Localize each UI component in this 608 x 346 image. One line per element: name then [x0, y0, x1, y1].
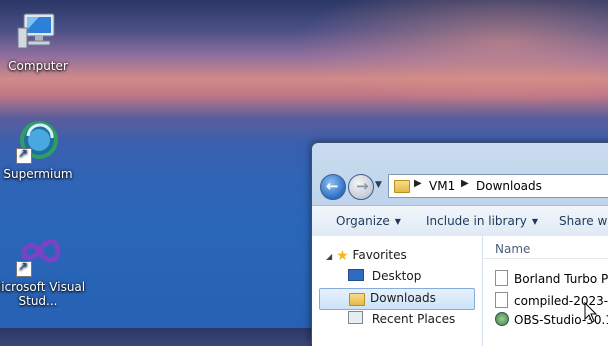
- desktop-icon-supermium[interactable]: Supermium: [0, 116, 80, 181]
- explorer-window[interactable]: ← → ▼ ▶ VM1 ▶ Downloads Organize ▼ Includ…: [311, 142, 608, 346]
- recent-places-icon: [348, 311, 363, 324]
- recent-pages-dropdown-icon[interactable]: ▼: [375, 180, 382, 190]
- file-name: Borland Turbo Pa: [514, 272, 608, 286]
- computer-icon: [14, 8, 62, 56]
- favorites-group[interactable]: ◢ ★ Favorites: [326, 248, 407, 264]
- nav-item-desktop[interactable]: Desktop: [348, 269, 421, 283]
- nav-item-label: Recent Places: [371, 312, 456, 326]
- nav-item-label: Downloads: [370, 291, 436, 305]
- back-button[interactable]: ←: [320, 174, 346, 200]
- back-arrow-icon: ←: [326, 177, 339, 195]
- column-divider: [483, 258, 608, 259]
- installer-icon: [495, 312, 509, 326]
- desktop-folder-icon: [348, 269, 364, 281]
- visual-studio-icon: [14, 229, 62, 277]
- desktop-icon-label: Microsoft Visual Stud...: [0, 280, 86, 308]
- file-list: Name Borland Turbo Pa compiled-2023-10 O…: [483, 236, 608, 346]
- address-row: ← → ▼ ▶ VM1 ▶ Downloads: [320, 174, 608, 200]
- column-header-name[interactable]: Name: [495, 242, 530, 256]
- downloads-folder-icon: [349, 293, 365, 306]
- breadcrumb-vm1[interactable]: VM1: [429, 179, 455, 193]
- shortcut-arrow-icon: [16, 146, 32, 164]
- desktop-icon-label: Supermium: [3, 167, 73, 181]
- breadcrumb-separator-icon[interactable]: ▶: [414, 178, 422, 189]
- desktop-icon-visual-studio[interactable]: Microsoft Visual Stud...: [0, 229, 85, 308]
- organize-label: Organize: [336, 214, 390, 228]
- file-icon: [495, 292, 508, 308]
- mouse-cursor-icon: [584, 302, 598, 323]
- desktop-wallpaper: [260, 0, 608, 120]
- breadcrumb-downloads[interactable]: Downloads: [476, 179, 542, 193]
- share-with-button[interactable]: Share wit: [559, 214, 608, 228]
- expand-collapse-icon[interactable]: ◢: [326, 252, 332, 261]
- navigation-pane: ◢ ★ Favorites Desktop Downloads Recent Pl…: [312, 236, 483, 346]
- organize-button[interactable]: Organize ▼: [336, 214, 401, 228]
- forward-button[interactable]: →: [348, 174, 374, 200]
- desktop-icon-label: Computer: [8, 59, 68, 73]
- include-in-library-button[interactable]: Include in library ▼: [426, 214, 538, 228]
- command-bar: Organize ▼ Include in library ▼ Share wit: [312, 205, 608, 237]
- supermium-browser-icon: [14, 116, 62, 164]
- shortcut-arrow-icon: [16, 259, 32, 277]
- desktop-icon-computer[interactable]: Computer: [0, 8, 80, 73]
- nav-item-label: Desktop: [371, 269, 422, 283]
- star-icon: ★: [336, 248, 349, 264]
- breadcrumb-separator-icon[interactable]: ▶: [461, 178, 469, 189]
- dropdown-caret-icon: ▼: [394, 217, 401, 226]
- share-with-label: Share wit: [559, 214, 608, 228]
- dropdown-caret-icon: ▼: [531, 217, 539, 226]
- address-bar[interactable]: ▶ VM1 ▶ Downloads: [388, 174, 608, 198]
- forward-arrow-icon: →: [356, 177, 369, 195]
- favorites-label: Favorites: [352, 248, 407, 262]
- file-icon: [495, 270, 508, 286]
- folder-icon: [394, 180, 410, 193]
- nav-item-downloads[interactable]: Downloads: [319, 288, 475, 310]
- file-row[interactable]: Borland Turbo Pa: [495, 270, 608, 286]
- nav-item-recent-places[interactable]: Recent Places: [348, 311, 455, 326]
- include-in-library-label: Include in library: [426, 214, 527, 228]
